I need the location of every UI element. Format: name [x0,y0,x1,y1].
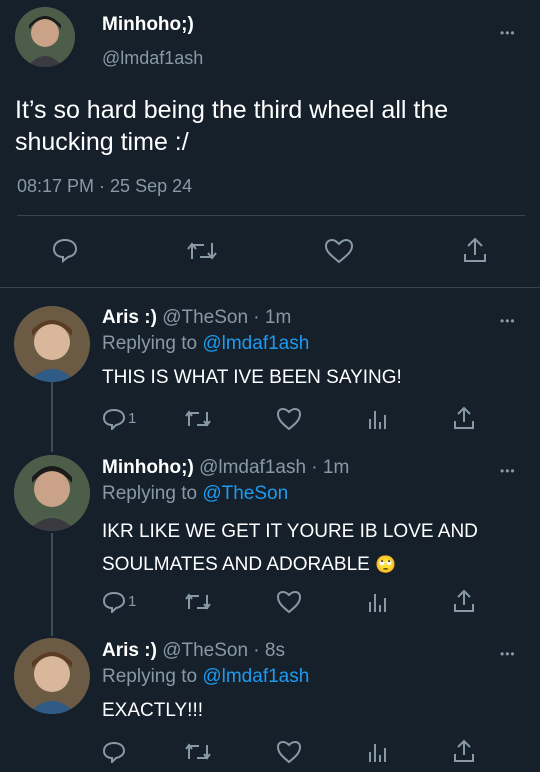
retweet-icon[interactable] [184,408,212,430]
share-icon[interactable] [452,738,476,764]
reply-author-name[interactable]: Aris :) [102,307,157,328]
divider [17,215,525,216]
share-icon[interactable] [462,236,488,264]
reply-header: Minhoho;) @lmdaf1ash · 1m [102,457,349,479]
share-icon[interactable] [452,405,476,431]
reply-icon[interactable] [102,741,126,763]
more-options-icon[interactable]: ••• [500,465,516,477]
replying-to-prefix: Replying to [102,483,203,504]
reply-avatar[interactable] [14,306,90,382]
retweet-icon[interactable] [184,591,212,613]
reply-author-meta[interactable]: @TheSon · 8s [162,640,285,661]
reply-author-meta[interactable]: @TheSon · 1m [162,307,291,328]
share-icon[interactable] [452,588,476,614]
replying-to-link[interactable]: @lmdaf1ash [202,666,309,687]
reply-text-line-1: IKR LIKE WE GET IT YOURE IB LOVE AND [102,521,478,542]
reply-text: EXACTLY!!! [102,700,204,721]
reply-avatar[interactable] [14,455,90,531]
replying-to: Replying to @TheSon [102,483,288,505]
thread-line [51,533,53,636]
tweet-timestamp: 08:17 PM · 25 Sep 24 [17,176,193,196]
replying-to-prefix: Replying to [102,333,203,354]
replying-to-link[interactable]: @lmdaf1ash [202,333,309,354]
reply-count: 1 [128,410,137,427]
reply-avatar[interactable] [14,638,90,714]
reply-icon[interactable] [102,591,126,613]
reply-text: IKR LIKE WE GET IT YOURE IB LOVE AND SOU… [102,515,478,581]
more-options-icon[interactable]: ••• [500,27,516,39]
reply-text: THIS IS WHAT IVE BEEN SAYING! [102,367,402,388]
reply-author-name[interactable]: Minhoho;) [102,457,194,478]
reply-author-name[interactable]: Aris :) [102,640,157,661]
reply-icon[interactable] [51,237,79,263]
retweet-icon[interactable] [186,239,218,263]
reply-count: 1 [128,593,137,610]
like-icon[interactable] [324,238,354,264]
retweet-icon[interactable] [184,741,212,763]
reply-header: Aris :) @TheSon · 8s [102,640,285,662]
analytics-icon[interactable] [366,740,388,764]
like-icon[interactable] [276,407,302,431]
tweet-text-line-1: It’s so hard being the third wheel all t… [15,96,449,124]
more-options-icon[interactable]: ••• [500,648,516,660]
author-name[interactable]: Minhoho;) [102,14,194,36]
thread-line [51,382,53,452]
reply-author-meta[interactable]: @lmdaf1ash · 1m [199,457,349,478]
analytics-icon[interactable] [366,407,388,431]
divider [0,287,540,288]
replying-to-prefix: Replying to [102,666,203,687]
author-avatar[interactable] [15,7,75,67]
like-icon[interactable] [276,590,302,614]
analytics-icon[interactable] [366,590,388,614]
replying-to: Replying to @lmdaf1ash [102,333,309,355]
tweet-text: It’s so hard being the third wheel all t… [15,94,530,158]
replying-to: Replying to @lmdaf1ash [102,666,309,688]
more-options-icon[interactable]: ••• [500,315,516,327]
eye-roll-emoji: 🙄 [375,555,397,574]
tweet-text-line-2: shucking time :/ [15,128,189,156]
author-handle[interactable]: @lmdaf1ash [102,48,203,69]
reply-icon[interactable] [102,408,126,430]
like-icon[interactable] [276,740,302,764]
replying-to-link[interactable]: @TheSon [202,483,288,504]
reply-header: Aris :) @TheSon · 1m [102,307,291,329]
reply-text-line-2: SOULMATES AND ADORABLE 🙄 [102,554,397,575]
